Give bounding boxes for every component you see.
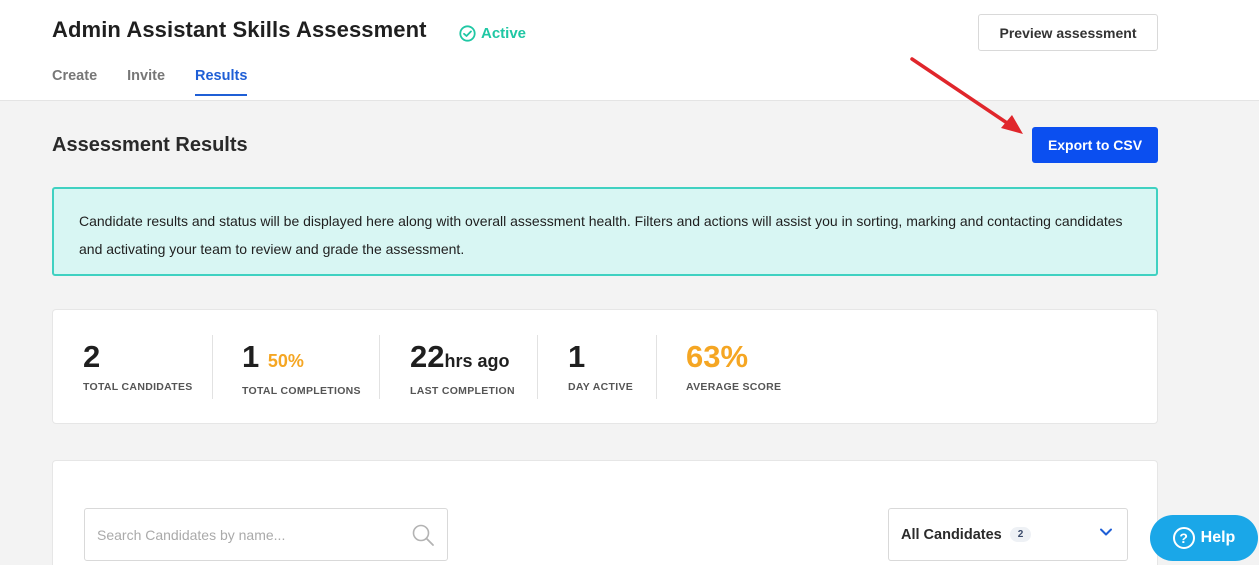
status-label: Active [481,25,527,42]
candidates-panel: All Candidates 2 [52,460,1158,565]
search-input[interactable] [97,526,411,543]
tab-create[interactable]: Create [52,68,97,96]
stat-total-candidates: 2 TOTAL CANDIDATES [83,336,193,400]
annotation-arrow [910,57,1023,134]
help-label: Help [1200,529,1236,546]
stat-average-score: 63% AVERAGE SCORE [686,336,781,400]
status-badge: Active [459,25,526,42]
question-icon: ? [1172,527,1195,549]
stat-label: DAY ACTIVE [568,381,634,393]
search-box [84,508,448,561]
stat-label: TOTAL CANDIDATES [83,381,193,393]
chevron-down-icon [1100,528,1112,536]
stat-value: 1 [242,339,260,374]
search-icon[interactable] [411,523,435,547]
stat-last-completion: 22hrs ago LAST COMPLETION [410,336,515,400]
stat-label: TOTAL COMPLETIONS [242,385,361,397]
stat-total-completions: 1 50% TOTAL COMPLETIONS [242,336,361,400]
export-csv-button[interactable]: Export to CSV [1032,127,1158,163]
stat-day-active: 1 DAY ACTIVE [568,336,633,400]
tab-invite[interactable]: Invite [127,68,165,96]
candidate-filter-select[interactable]: All Candidates 2 [888,508,1128,561]
page-title: Admin Assistant Skills Assessment [52,17,427,42]
stat-label: AVERAGE SCORE [686,381,782,393]
info-banner: Candidate results and status will be dis… [52,187,1158,276]
tab-results[interactable]: Results [195,68,248,96]
stats-card: 2 TOTAL CANDIDATES 1 50% TOTAL COMPLETIO… [52,309,1158,424]
preview-assessment-button[interactable]: Preview assessment [978,14,1158,51]
divider [537,335,538,399]
stat-label: LAST COMPLETION [410,385,515,397]
divider [656,335,657,399]
stat-percent: 50% [267,351,304,371]
check-circle-icon [459,25,476,42]
divider [212,335,213,399]
section-title: Assessment Results [52,134,248,156]
filter-label: All Candidates [901,526,1002,543]
help-button[interactable]: ? Help [1150,515,1258,561]
stat-unit: hrs ago [444,351,510,371]
divider [379,335,380,399]
tab-bar: Create Invite Results [52,68,277,96]
stat-value: 1 [568,339,586,374]
stat-value: 2 [83,339,101,374]
filter-count-badge: 2 [1009,527,1032,542]
stat-value: 63% [686,339,749,374]
stat-value: 22 [410,339,445,374]
page-header: Admin Assistant Skills Assessment Active… [0,0,1259,101]
